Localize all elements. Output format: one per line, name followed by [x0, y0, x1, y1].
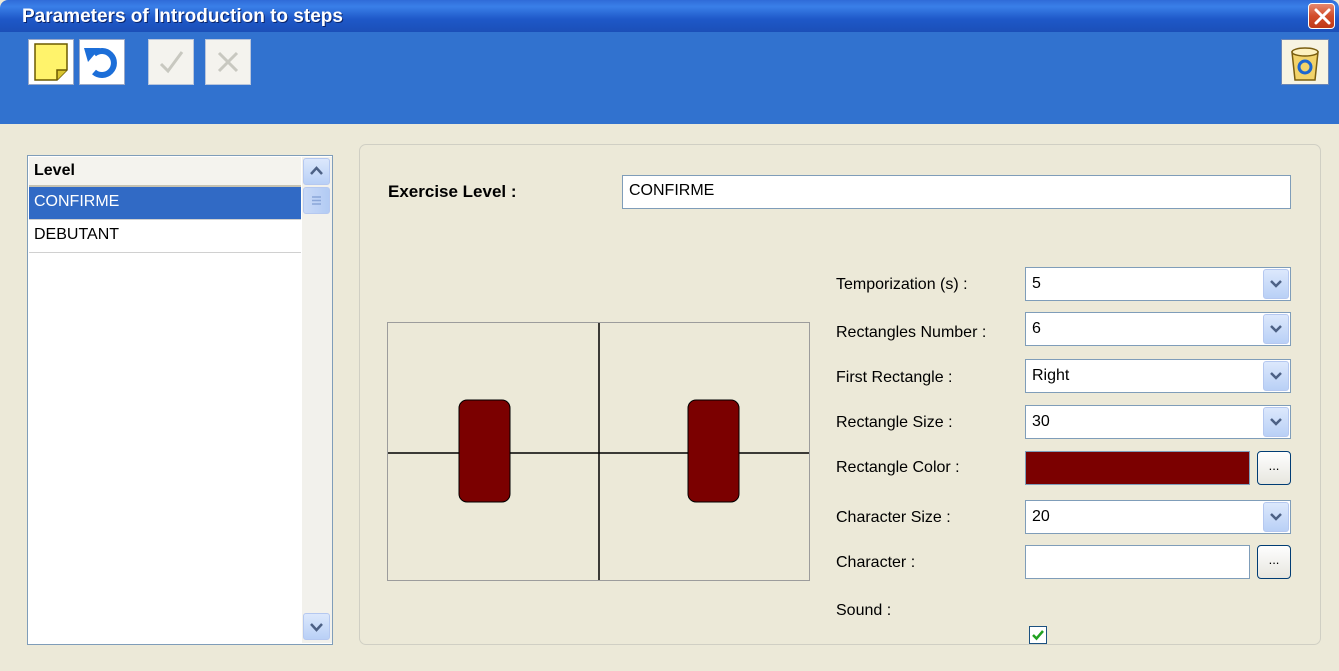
temporization-select[interactable]: 5 [1025, 267, 1291, 301]
window-title: Parameters of Introduction to steps [22, 6, 343, 27]
delete-button[interactable] [1281, 39, 1329, 85]
close-icon [1314, 8, 1331, 25]
close-button[interactable] [1308, 3, 1335, 29]
first-rectangle-label: First Rectangle : [836, 369, 953, 386]
validate-button[interactable] [148, 39, 194, 85]
character-size-label: Character Size : [836, 509, 951, 526]
list-item-label: DEBUTANT [34, 226, 120, 243]
dropdown-button[interactable] [1263, 361, 1289, 391]
chevron-down-icon [1270, 325, 1282, 333]
chevron-up-icon [310, 166, 323, 175]
scroll-down-button[interactable] [303, 613, 330, 640]
rectangle-color-swatch[interactable] [1025, 451, 1250, 485]
choose-color-button[interactable]: ... [1257, 451, 1291, 485]
chevron-down-icon [1270, 280, 1282, 288]
exercise-level-label: Exercise Level : [388, 182, 517, 201]
cancel-button[interactable] [205, 39, 251, 85]
rectangle-size-label: Rectangle Size : [836, 414, 953, 431]
chevron-down-icon [1270, 513, 1282, 521]
recycle-bin-icon [1291, 47, 1319, 81]
list-item-label: CONFIRME [34, 193, 120, 210]
exercise-level-field[interactable]: CONFIRME [622, 175, 1291, 209]
scroll-up-button[interactable] [303, 158, 330, 185]
rectangle-color-label: Rectangle Color : [836, 459, 960, 476]
new-button[interactable] [28, 39, 74, 85]
rectangles-number-label: Rectangles Number : [836, 324, 987, 341]
undo-button[interactable] [79, 39, 125, 85]
first-rectangle-select[interactable]: Right [1025, 359, 1291, 393]
dropdown-button[interactable] [1263, 502, 1289, 532]
sound-label: Sound : [836, 602, 892, 619]
character-size-select[interactable]: 20 [1025, 500, 1291, 534]
new-note-icon [34, 43, 68, 81]
character-field[interactable] [1025, 545, 1250, 579]
rectangle-size-select[interactable]: 30 [1025, 405, 1291, 439]
level-list: Level CONFIRME DEBUTANT [27, 155, 333, 645]
checkmark-icon [1032, 630, 1044, 641]
dropdown-button[interactable] [1263, 407, 1289, 437]
character-label: Character : [836, 554, 916, 571]
title-bar: Parameters of Introduction to steps [0, 0, 1339, 32]
dropdown-button[interactable] [1263, 314, 1289, 344]
choose-character-button[interactable]: ... [1257, 545, 1291, 579]
rectangle-preview [387, 322, 810, 581]
scroll-thumb[interactable] [303, 187, 330, 214]
sound-checkbox[interactable] [1029, 626, 1047, 644]
cancel-x-icon [217, 51, 239, 73]
level-column-header[interactable]: Level [29, 157, 301, 187]
rectangles-number-select[interactable]: 6 [1025, 312, 1291, 346]
preview-rectangle-right [687, 399, 740, 503]
chevron-down-icon [1270, 418, 1282, 426]
dropdown-button[interactable] [1263, 269, 1289, 299]
list-scrollbar[interactable] [302, 157, 332, 643]
toolbar [0, 32, 1339, 124]
chevron-down-icon [1270, 372, 1282, 380]
undo-icon [84, 48, 117, 78]
checkmark-icon [159, 51, 184, 74]
preview-rectangle-left [458, 399, 511, 503]
temporization-label: Temporization (s) : [836, 276, 968, 293]
list-item-confirme[interactable]: CONFIRME [29, 187, 301, 220]
list-item-debutant[interactable]: DEBUTANT [29, 220, 301, 253]
chevron-down-icon [310, 623, 323, 632]
